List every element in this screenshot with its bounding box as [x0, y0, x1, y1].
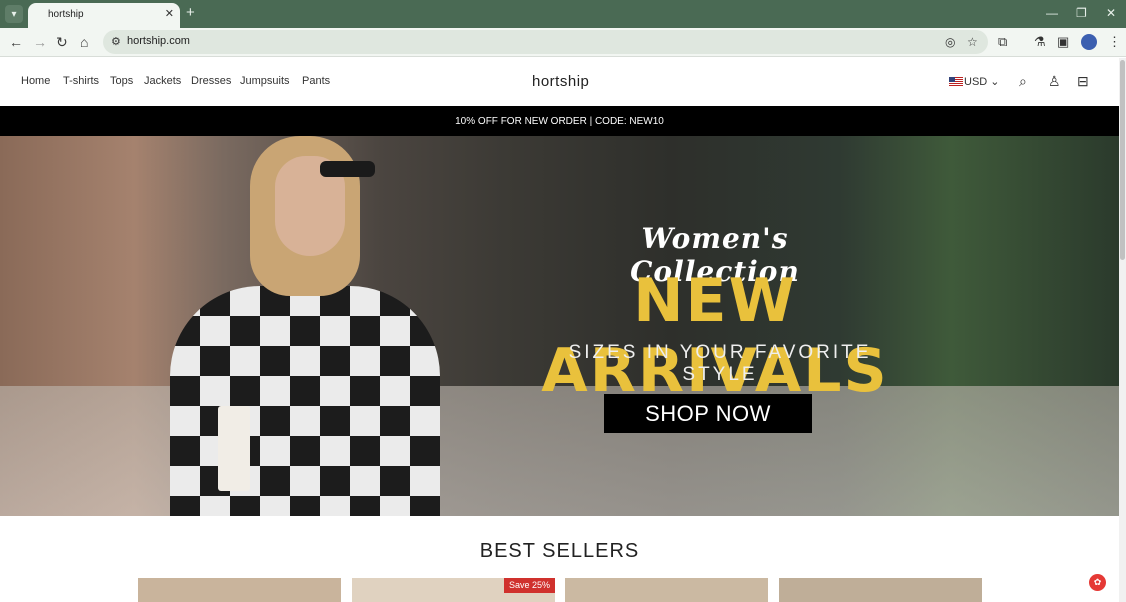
browser-tab[interactable]: hortship ✕ [28, 3, 180, 28]
product-card[interactable] [138, 578, 341, 602]
nav-pants[interactable]: Pants [302, 75, 330, 87]
home-icon[interactable]: ⌂ [80, 34, 88, 50]
nav-tops[interactable]: Tops [110, 75, 133, 87]
hero-banner[interactable]: Women's Collection NEW ARRIVALS SIZES IN… [0, 136, 1119, 516]
restore-icon[interactable]: ❐ [1076, 6, 1087, 20]
page-scrollbar[interactable] [1119, 58, 1126, 602]
promo-bar: 10% OFF FOR NEW ORDER | CODE: NEW10 [0, 106, 1119, 136]
plus-icon[interactable]: + [186, 4, 195, 21]
site-info-icon[interactable]: ⚙ [111, 35, 121, 48]
hero-model-image [170, 136, 440, 516]
search-icon[interactable]: ⌕ [1019, 73, 1027, 90]
profile-icon[interactable] [1081, 34, 1097, 50]
page-viewport: Home T-shirts Tops Jackets Dresses Jumps… [0, 58, 1119, 602]
product-card[interactable] [565, 578, 768, 602]
tab-title: hortship [48, 9, 84, 20]
nav-jumpsuits[interactable]: Jumpsuits [240, 75, 290, 87]
shop-now-button[interactable]: SHOP NOW [604, 394, 812, 433]
eye-off-icon[interactable]: ◎ [945, 35, 955, 49]
nav-jackets[interactable]: Jackets [144, 75, 181, 87]
star-icon[interactable]: ☆ [967, 35, 978, 49]
address-bar[interactable]: ⚙ hortship.com ◎ ☆ [103, 30, 988, 54]
nav-dresses[interactable]: Dresses [191, 75, 231, 87]
nav-tshirts[interactable]: T-shirts [63, 75, 99, 87]
close-window-icon[interactable]: ✕ [1106, 6, 1116, 20]
hero-subtitle: SIZES IN YOUR FAVORITE STYLE [568, 342, 872, 385]
back-icon[interactable]: ← [9, 34, 23, 50]
sidepanel-icon[interactable]: ▣ [1057, 34, 1069, 50]
nav-home[interactable]: Home [21, 75, 50, 87]
product-card[interactable] [779, 578, 982, 602]
site-header: Home T-shirts Tops Jackets Dresses Jumps… [0, 58, 1119, 105]
currency-selector[interactable]: USD ⌄ [964, 75, 1000, 88]
us-flag-icon [949, 77, 963, 86]
site-logo[interactable]: hortship [532, 73, 589, 90]
lab-icon[interactable]: ⚗ [1034, 34, 1046, 50]
best-sellers-title: BEST SELLERS [479, 540, 640, 562]
forward-icon[interactable]: → [33, 34, 47, 50]
reload-icon[interactable]: ↻ [56, 34, 68, 51]
chat-icon[interactable]: ✿ [1089, 574, 1106, 591]
browser-tab-strip: ▾ hortship ✕ + — ❐ ✕ [0, 0, 1126, 28]
url-text[interactable]: hortship.com [127, 35, 190, 47]
menu-icon[interactable]: ⋮ [1108, 34, 1121, 50]
extensions-icon[interactable]: ⧉ [998, 34, 1007, 50]
promo-text: 10% OFF FOR NEW ORDER | CODE: NEW10 [455, 115, 664, 127]
tab-search-icon[interactable]: ▾ [5, 5, 23, 23]
scrollbar-thumb[interactable] [1120, 60, 1125, 260]
account-icon[interactable]: ♙ [1048, 73, 1061, 90]
cart-icon[interactable]: ⊟ [1077, 73, 1089, 90]
minimize-icon[interactable]: — [1046, 6, 1058, 20]
close-icon[interactable]: ✕ [165, 7, 174, 20]
chevron-down-icon: ⌄ [990, 76, 1000, 88]
sale-badge: Save 25% [503, 578, 555, 593]
product-card[interactable]: Save 25% [352, 578, 555, 602]
currency-label: USD [964, 76, 988, 88]
browser-toolbar: ← → ↻ ⌂ ⚙ hortship.com ◎ ☆ ⧉ ⚗ ▣ ⋮ [0, 28, 1126, 57]
